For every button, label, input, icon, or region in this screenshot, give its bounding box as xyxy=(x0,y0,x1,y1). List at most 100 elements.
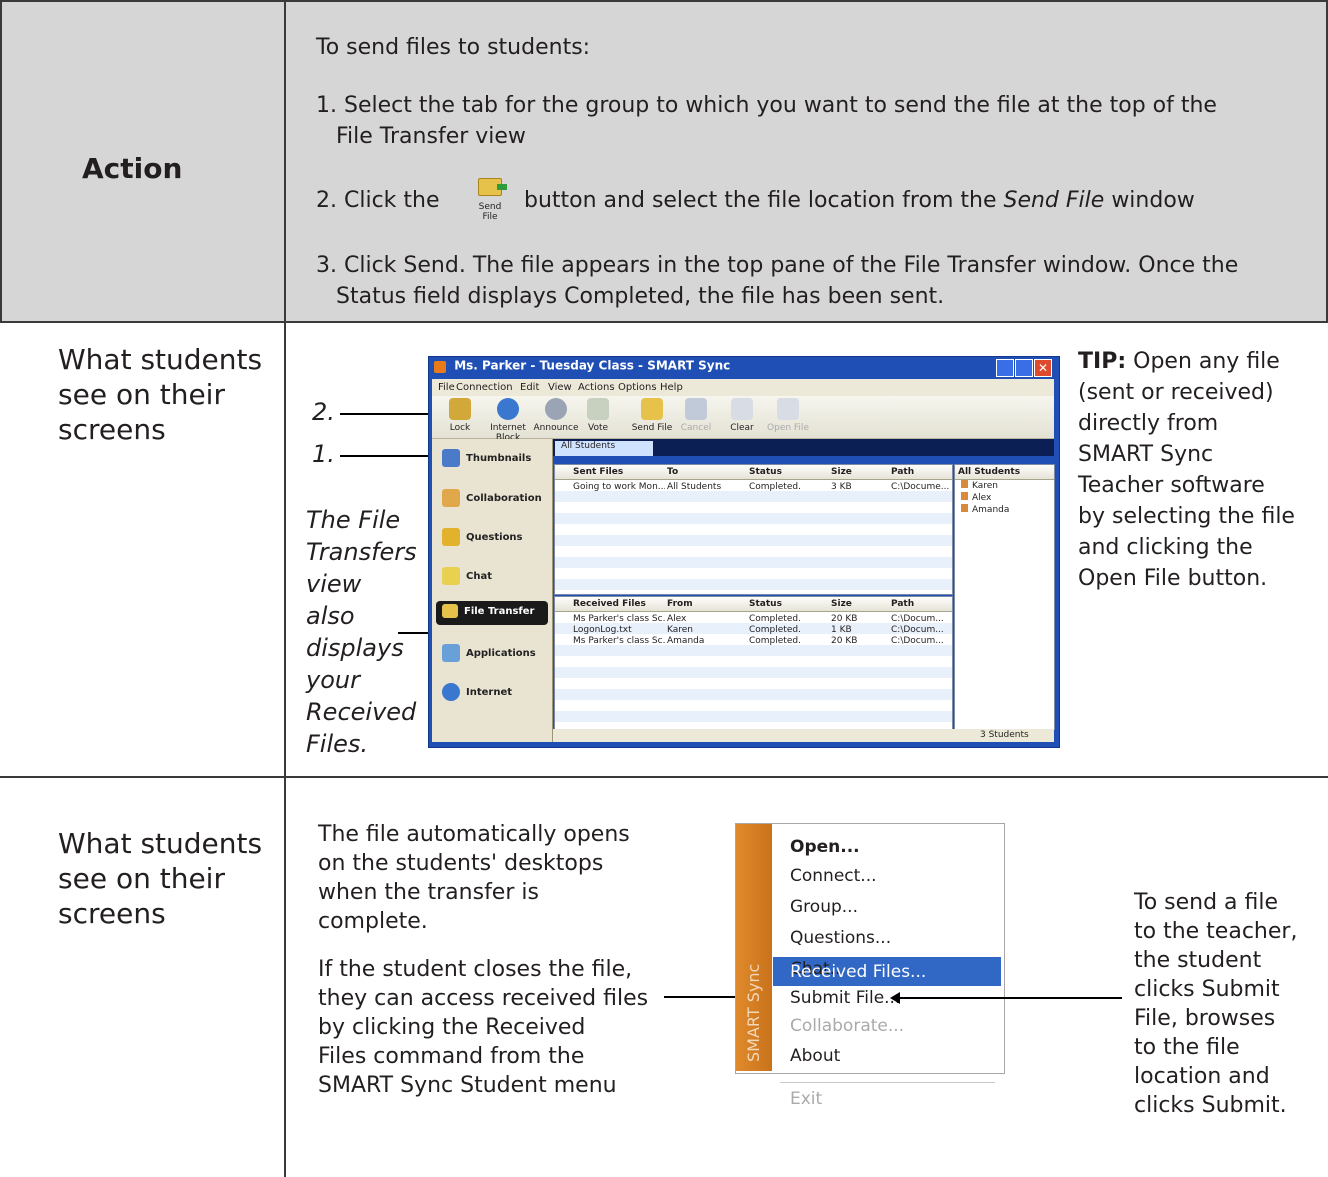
sidebar: Thumbnails Collaboration Questions Chat … xyxy=(432,439,553,742)
list-item[interactable]: Alex xyxy=(961,492,991,503)
minimize-button[interactable] xyxy=(996,359,1014,377)
chat-icon xyxy=(442,567,460,585)
menu-bar: File Connection Edit View Actions Option… xyxy=(432,379,1054,396)
internet-block-icon xyxy=(497,398,519,420)
menu-file[interactable]: File xyxy=(438,382,455,393)
menu-item-collaborate[interactable]: Collaborate... xyxy=(790,1016,904,1036)
col-status[interactable]: Status xyxy=(749,599,782,609)
submit-file-paragraph: To send a file to the teacher, the stude… xyxy=(1134,890,1298,1118)
collaboration-icon xyxy=(442,489,460,507)
col-sent-files[interactable]: Sent Files xyxy=(573,467,623,477)
tab-all-students[interactable]: All Students xyxy=(555,441,653,456)
received-files-paragraph: If the student closes the file, they can… xyxy=(318,957,649,1098)
sent-files-header: Sent Files To Status Size Path xyxy=(555,465,952,480)
annotation-2: 2. xyxy=(312,398,335,426)
received-files-header: Received Files From Status Size Path xyxy=(555,597,952,612)
open-file-button[interactable]: Open File xyxy=(760,398,816,433)
folder-icon xyxy=(478,178,507,196)
menu-options[interactable]: Options xyxy=(618,382,657,393)
menu-item-submit-file[interactable]: Submit File... xyxy=(790,988,900,1008)
step-3-line-2: Status field displays Completed, the fil… xyxy=(336,284,945,309)
annotation-1: 1. xyxy=(312,440,335,468)
col-from[interactable]: From xyxy=(667,599,693,609)
table-top-border xyxy=(0,0,1328,2)
menu-view[interactable]: View xyxy=(548,382,572,393)
vote-button[interactable]: Vote xyxy=(570,398,626,433)
clear-icon xyxy=(731,398,753,420)
action-label: Action xyxy=(82,152,183,185)
menu-item-received-files[interactable]: Received Files... xyxy=(790,962,926,982)
send-file-icon xyxy=(641,398,663,420)
table-row[interactable]: LogonLog.txt Karen Completed. 1 KB C:\Docum.… xyxy=(555,623,952,635)
step-3-line-1: 3. Click Send. The file appears in the t… xyxy=(316,253,1239,278)
lock-icon xyxy=(449,398,471,420)
menu-strip-label: SMART Sync xyxy=(744,963,763,1062)
received-files-grid: Received Files From Status Size Path Ms … xyxy=(554,596,953,730)
status-bar: 3 Students xyxy=(553,729,1054,742)
group-tab-bar: All Students xyxy=(553,439,1054,456)
window-title: Ms. Parker - Tuesday Class - SMART Sync xyxy=(454,358,731,373)
students-list: All Students Karen Alex Amanda xyxy=(954,464,1055,730)
cancel-icon xyxy=(685,398,707,420)
student-icon xyxy=(961,480,968,488)
list-item[interactable]: Karen xyxy=(961,480,998,491)
window-titlebar: Ms. Parker - Tuesday Class - SMART Sync … xyxy=(432,358,1054,378)
close-button[interactable]: ✕ xyxy=(1034,359,1052,377)
col-status[interactable]: Status xyxy=(749,467,782,477)
questions-icon xyxy=(442,528,460,546)
send-file-button-illustration: Send File xyxy=(472,176,508,222)
col-to[interactable]: To xyxy=(667,467,678,477)
menu-edit[interactable]: Edit xyxy=(520,382,539,393)
table-row[interactable]: Going to work Mon... All Students Comple… xyxy=(555,480,952,492)
menu-actions[interactable]: Actions xyxy=(578,382,615,393)
arrow-submit-line xyxy=(900,997,1122,999)
tip-text: TIP: Open any file (sent or received) di… xyxy=(1078,349,1295,591)
student-icon xyxy=(961,504,968,512)
sidebar-item-internet[interactable]: Internet xyxy=(442,683,512,701)
col-size[interactable]: Size xyxy=(831,599,852,609)
toolbar: Lock Internet Block Announce Vote Send F… xyxy=(432,396,1054,443)
internet-icon xyxy=(442,683,460,701)
menu-item-connect[interactable]: Connect... xyxy=(790,866,877,886)
student-icon xyxy=(961,492,968,500)
step-1-line-1: 1. Select the tab for the group to which… xyxy=(316,93,1217,118)
app-icon xyxy=(434,361,446,373)
row-divider-2 xyxy=(0,776,1328,778)
students-header: All Students xyxy=(955,465,1054,480)
sidebar-item-chat[interactable]: Chat xyxy=(442,567,492,585)
col-received-files[interactable]: Received Files xyxy=(573,599,646,609)
send-file-icon-label: Send File xyxy=(478,202,502,222)
col-size[interactable]: Size xyxy=(831,467,852,477)
sidebar-item-collaboration[interactable]: Collaboration xyxy=(442,489,542,507)
sidebar-item-questions[interactable]: Questions xyxy=(442,528,523,546)
menu-connection[interactable]: Connection xyxy=(456,382,513,393)
menu-separator xyxy=(780,1082,995,1083)
sidebar-item-thumbnails[interactable]: Thumbnails xyxy=(442,449,531,467)
table-row[interactable]: Ms Parker's class Sc... Amanda Completed. 2… xyxy=(555,634,952,646)
menu-help[interactable]: Help xyxy=(660,382,683,393)
row2-label: What students see on their screens xyxy=(58,343,263,446)
smart-sync-student-menu xyxy=(735,823,1005,1074)
menu-item-questions[interactable]: Questions... xyxy=(790,928,891,948)
col-path[interactable]: Path xyxy=(891,467,914,477)
step-2: 2. Click the xyxy=(316,188,440,213)
menu-item-group[interactable]: Group... xyxy=(790,897,858,917)
sidebar-item-applications[interactable]: Applications xyxy=(442,644,536,662)
list-item[interactable]: Amanda xyxy=(961,504,1009,515)
step-2-rest: button and select the file location from… xyxy=(524,188,1195,213)
menu-item-open[interactable]: Open... xyxy=(790,837,860,857)
sent-files-grid: Sent Files To Status Size Path Going to … xyxy=(554,464,953,595)
col-path[interactable]: Path xyxy=(891,599,914,609)
maximize-button[interactable] xyxy=(1015,359,1033,377)
open-file-icon xyxy=(777,398,799,420)
thumbnails-icon xyxy=(442,449,460,467)
row3-label: What students see on their screens xyxy=(58,827,263,930)
table-row[interactable]: Ms Parker's class Sc... Alex Completed. 20 … xyxy=(555,612,952,624)
applications-icon xyxy=(442,644,460,662)
menu-item-exit[interactable]: Exit xyxy=(790,1089,822,1109)
arrow-submit-head xyxy=(890,992,900,1004)
sidebar-item-file-transfer[interactable]: File Transfer xyxy=(436,601,548,625)
menu-item-about[interactable]: About xyxy=(790,1046,840,1066)
table-column-divider xyxy=(284,0,286,1177)
announce-icon xyxy=(545,398,567,420)
